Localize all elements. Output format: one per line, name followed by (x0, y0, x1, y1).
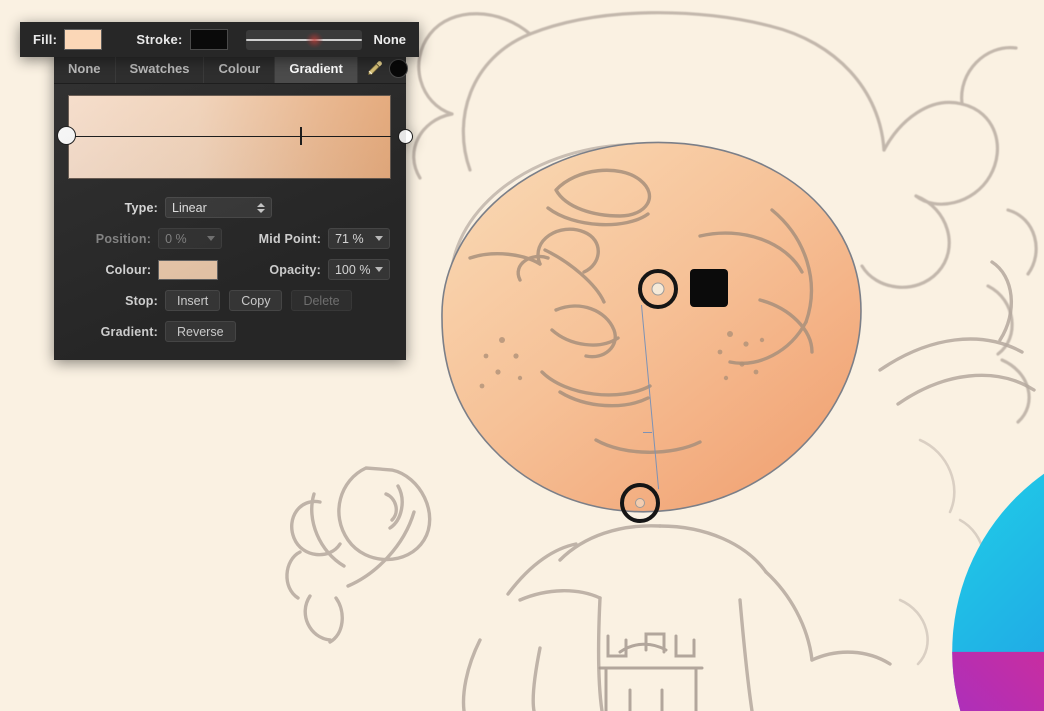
opacity-value: 100 % (334, 262, 371, 277)
colour-wheel-button[interactable] (690, 269, 1044, 711)
stroke-width-slider[interactable] (245, 29, 362, 50)
colour-panel-tools (358, 53, 415, 83)
stop-delete-button[interactable]: Delete (291, 290, 352, 311)
opacity-select[interactable]: 100 % (327, 259, 391, 280)
row-type: Type: Linear (70, 192, 390, 223)
type-select[interactable]: Linear (165, 197, 272, 218)
gradient-label: Gradient: (100, 324, 158, 339)
gradient-fields: Type: Linear Position: 0 % Mid Point: 71… (54, 192, 406, 347)
colour-wheel-icon (952, 473, 1044, 711)
position-select[interactable]: 0 % (158, 228, 222, 249)
position-chevron-down-icon (206, 236, 215, 241)
gradient-preview-ramp[interactable] (68, 95, 391, 179)
gradient-preview-midpoint[interactable] (300, 127, 302, 145)
stop-insert-button[interactable]: Insert (165, 290, 221, 311)
position-value: 0 % (165, 231, 187, 246)
gradient-handle-end[interactable] (620, 483, 660, 523)
position-label: Position: (95, 231, 152, 246)
fill-label: Fill: (33, 32, 58, 47)
fill-colour-swatch[interactable] (64, 29, 103, 50)
gradient-preview-stop-start[interactable] (57, 126, 76, 145)
stroke-width-value: None (373, 32, 407, 47)
stroke-label: Stroke: (136, 32, 183, 47)
row-colour-opacity: Colour: Opacity: 100 % (70, 254, 391, 285)
colour-label: Colour: (105, 262, 152, 277)
colour-dot-swatch[interactable] (388, 58, 408, 78)
gradient-handle-start-knob (651, 282, 665, 296)
gradient-axis-midpoint[interactable] (643, 432, 652, 433)
opacity-chevron-down-icon (375, 267, 384, 272)
eyedropper-icon[interactable] (365, 59, 384, 78)
gradient-preview-stop-end[interactable] (398, 129, 413, 144)
stroke-width-slider-track (245, 38, 362, 41)
tab-none[interactable]: None (54, 53, 116, 83)
midpoint-select[interactable]: 71 % (328, 228, 390, 249)
midpoint-value: 71 % (335, 231, 364, 246)
colour-panel: None Swatches Colour Gradient Type: Line… (54, 53, 413, 360)
gradient-preview-axis (68, 136, 391, 137)
app-root: Fill: Stroke: None None Swatches Colour … (0, 0, 1044, 711)
gradient-reverse-button[interactable]: Reverse (165, 321, 236, 342)
type-value: Linear (172, 200, 207, 215)
row-gradient: Gradient: Reverse (70, 316, 390, 347)
colour-chip[interactable] (158, 259, 218, 280)
gradient-handle-start[interactable] (638, 269, 678, 309)
tab-gradient[interactable]: Gradient (275, 53, 358, 83)
opacity-label: Opacity: (269, 262, 321, 277)
stop-label: Stop: (125, 293, 158, 308)
type-label: Type: (124, 200, 158, 215)
gradient-handle-end-knob (635, 498, 645, 508)
gradient-preview[interactable] (57, 95, 413, 179)
stroke-width-slider-highlight (305, 31, 323, 48)
fill-stroke-bar: Fill: Stroke: None (20, 22, 419, 57)
type-stepper-icon[interactable] (257, 202, 265, 213)
stroke-colour-swatch[interactable] (189, 29, 228, 50)
row-stop: Stop: Insert Copy Delete (70, 285, 390, 316)
midpoint-label: Mid Point: (258, 231, 322, 246)
tab-colour[interactable]: Colour (204, 53, 276, 83)
tab-swatches[interactable]: Swatches (116, 53, 205, 83)
midpoint-chevron-down-icon (375, 236, 383, 241)
row-position-midpoint: Position: 0 % Mid Point: 71 % (70, 223, 390, 254)
stop-copy-button[interactable]: Copy (229, 290, 283, 311)
colour-panel-tabs: None Swatches Colour Gradient (54, 53, 408, 84)
